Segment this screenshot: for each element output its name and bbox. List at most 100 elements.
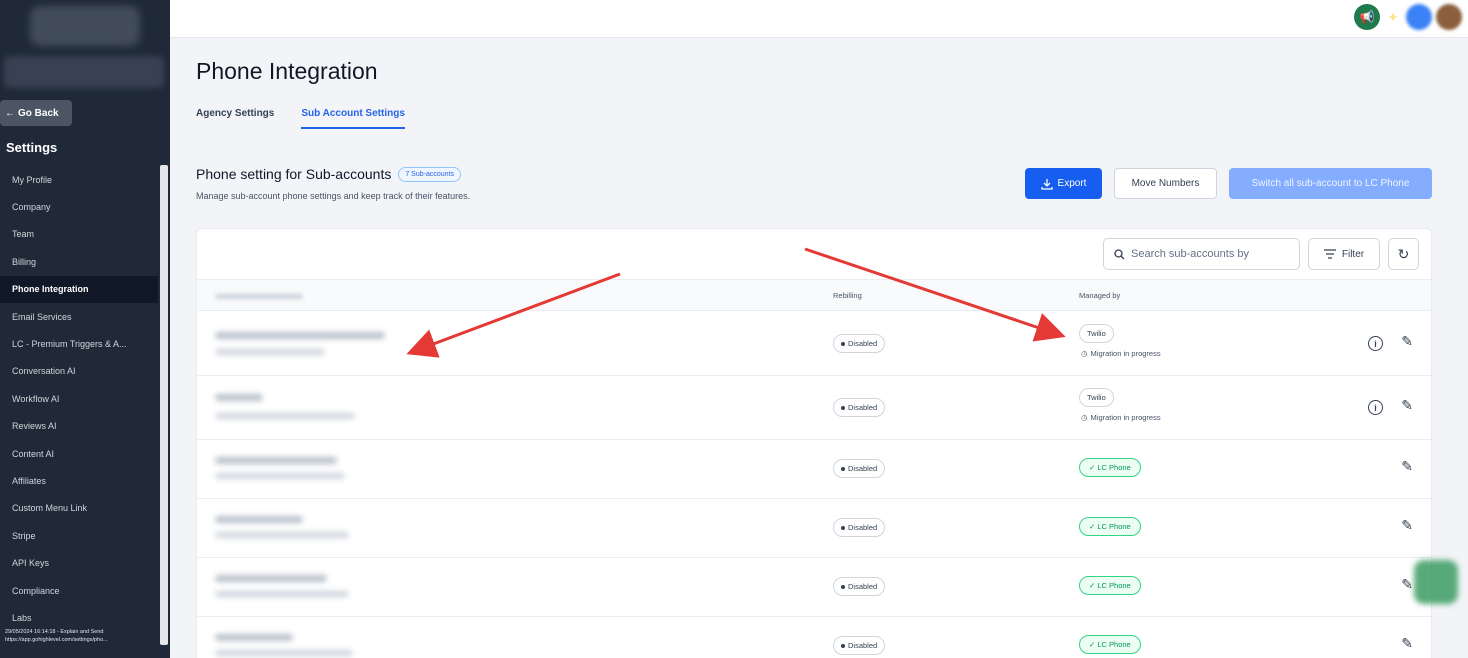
pencil-icon[interactable]: ✎: [1401, 458, 1413, 475]
sidebar-item-stripe[interactable]: Stripe: [0, 522, 158, 549]
move-numbers-button[interactable]: Move Numbers: [1114, 168, 1217, 199]
rebilling-badge: Disabled: [833, 334, 886, 353]
sub-account-name: [215, 332, 385, 339]
tab-sub-account-settings[interactable]: Sub Account Settings: [301, 108, 405, 129]
rebilling-badge: Disabled: [833, 398, 886, 417]
migration-status: ◷ Migration in progress: [1081, 413, 1161, 422]
sidebar-scrollbar[interactable]: [160, 165, 168, 645]
pencil-icon[interactable]: ✎: [1401, 517, 1413, 534]
sidebar-item-company[interactable]: Company: [0, 193, 158, 220]
sub-account-name: [215, 634, 293, 641]
topbar-actions: 📢 ✦: [1354, 4, 1462, 30]
table-header: Rebilling Managed by: [197, 279, 1431, 311]
settings-nav: My Profile Company Team Billing Phone In…: [0, 166, 158, 632]
sidebar-item-label: Stripe: [12, 530, 36, 541]
rebilling-badge: Disabled: [833, 577, 886, 596]
caption-timestamp: 29/05/2024 16:14:18 - Explain and Send: [5, 629, 104, 635]
sidebar-item-premium-triggers[interactable]: LC - Premium Triggers & A...: [0, 330, 158, 357]
sidebar-item-label: Labs: [12, 612, 32, 623]
settings-tabs: Agency Settings Sub Account Settings: [196, 108, 405, 129]
sidebar-item-label: LC - Premium Triggers & A...: [12, 339, 127, 350]
table-row: Disabled Twilio ◷ Migration in progress i…: [197, 312, 1431, 376]
column-header-managed-by: Managed by: [1079, 291, 1121, 300]
sub-account-name: [215, 575, 327, 582]
managed-by-twilio-badge: Twilio: [1079, 324, 1114, 343]
sidebar-item-affiliates[interactable]: Affiliates: [0, 467, 158, 494]
refresh-icon[interactable]: ↻: [1388, 238, 1419, 270]
sidebar-item-label: Reviews AI: [12, 421, 57, 432]
sidebar-item-workflow-ai[interactable]: Workflow AI: [0, 385, 158, 412]
sidebar-item-label: Email Services: [12, 311, 72, 322]
table-row: Disabled ✓ LC Phone ✎: [197, 558, 1431, 617]
clock-icon: ◷: [1081, 349, 1088, 358]
managed-by-lc-phone-badge: ✓ LC Phone: [1079, 576, 1141, 595]
sparkle-icon[interactable]: ✦: [1384, 4, 1402, 30]
pencil-icon[interactable]: ✎: [1401, 635, 1413, 652]
rebilling-badge: Disabled: [833, 459, 886, 478]
help-avatar[interactable]: [1406, 4, 1432, 30]
sub-account-phone: [215, 413, 355, 419]
table-row: Disabled Twilio ◷ Migration in progress i…: [197, 376, 1431, 440]
info-icon[interactable]: i: [1368, 400, 1383, 415]
section-title: Phone setting for Sub-accounts: [196, 166, 392, 182]
switch-all-lc-phone-button[interactable]: Switch all sub-account to LC Phone: [1229, 168, 1432, 199]
section-actions: Export Move Numbers Switch all sub-accou…: [1025, 168, 1432, 199]
managed-by-lc-phone-badge: ✓ LC Phone: [1079, 635, 1141, 654]
search-input[interactable]: Search sub-accounts by: [1103, 238, 1300, 270]
sidebar-item-email-services[interactable]: Email Services: [0, 303, 158, 330]
pencil-icon[interactable]: ✎: [1401, 333, 1413, 350]
agency-logo[interactable]: [30, 6, 140, 46]
sidebar-item-label: Custom Menu Link: [12, 503, 88, 514]
sidebar-item-billing[interactable]: Billing: [0, 248, 158, 275]
export-button[interactable]: Export: [1025, 168, 1102, 199]
sub-account-phone: [215, 591, 349, 597]
sub-accounts-table-card: Search sub-accounts by Filter ↻ Rebillin…: [196, 228, 1432, 658]
sidebar-item-label: Billing: [12, 256, 37, 267]
sidebar: ← Go Back Settings My Profile Company Te…: [0, 0, 170, 658]
main-content: Phone Integration Agency Settings Sub Ac…: [170, 38, 1460, 658]
info-icon[interactable]: i: [1368, 336, 1383, 351]
search-icon: [1114, 248, 1125, 259]
go-back-label: Go Back: [18, 107, 59, 119]
sidebar-item-label: Compliance: [12, 585, 60, 596]
page-title: Phone Integration: [196, 58, 378, 84]
back-arrow-icon: ←: [5, 107, 15, 119]
user-avatar[interactable]: [1436, 4, 1462, 30]
sidebar-item-team[interactable]: Team: [0, 221, 158, 248]
sub-account-name: [215, 394, 263, 401]
column-header-rebilling: Rebilling: [833, 291, 862, 300]
sidebar-item-label: Conversation AI: [12, 366, 76, 377]
sidebar-item-content-ai[interactable]: Content AI: [0, 440, 158, 467]
sidebar-item-my-profile[interactable]: My Profile: [0, 166, 158, 193]
sidebar-item-custom-menu-link[interactable]: Custom Menu Link: [0, 495, 158, 522]
table-row: Disabled ✓ LC Phone ✎: [197, 617, 1431, 658]
chat-widget-button[interactable]: [1414, 560, 1458, 604]
pencil-icon[interactable]: ✎: [1401, 576, 1413, 593]
managed-by-twilio-badge: Twilio: [1079, 388, 1114, 407]
tab-agency-settings[interactable]: Agency Settings: [196, 108, 274, 129]
sidebar-item-compliance[interactable]: Compliance: [0, 577, 158, 604]
sub-account-phone: [215, 532, 349, 538]
download-icon: [1040, 178, 1053, 190]
filter-icon: [1323, 249, 1336, 259]
filter-button[interactable]: Filter: [1308, 238, 1380, 270]
account-switcher[interactable]: [4, 56, 164, 88]
sidebar-item-api-keys[interactable]: API Keys: [0, 549, 158, 576]
filter-label: Filter: [1341, 248, 1365, 260]
sub-account-name: [215, 457, 337, 464]
sidebar-item-label: Team: [12, 229, 35, 240]
sidebar-item-label: Affiliates: [12, 475, 46, 486]
managed-by-lc-phone-badge: ✓ LC Phone: [1079, 458, 1141, 477]
go-back-button[interactable]: ← Go Back: [0, 100, 72, 126]
migration-status: ◷ Migration in progress: [1081, 349, 1161, 358]
sub-account-phone: [215, 650, 353, 656]
sidebar-item-conversation-ai[interactable]: Conversation AI: [0, 358, 158, 385]
megaphone-icon[interactable]: 📢: [1354, 4, 1380, 30]
section-header: Phone setting for Sub-accounts 7 Sub-acc…: [196, 166, 461, 182]
sidebar-item-phone-integration[interactable]: Phone Integration: [0, 275, 158, 303]
caption-url: https://app.gohighlevel.com/settings/pho…: [5, 637, 108, 643]
sub-account-count-badge: 7 Sub-accounts: [398, 166, 461, 182]
pencil-icon[interactable]: ✎: [1401, 397, 1413, 414]
rebilling-badge: Disabled: [833, 518, 886, 537]
sidebar-item-reviews-ai[interactable]: Reviews AI: [0, 413, 158, 440]
